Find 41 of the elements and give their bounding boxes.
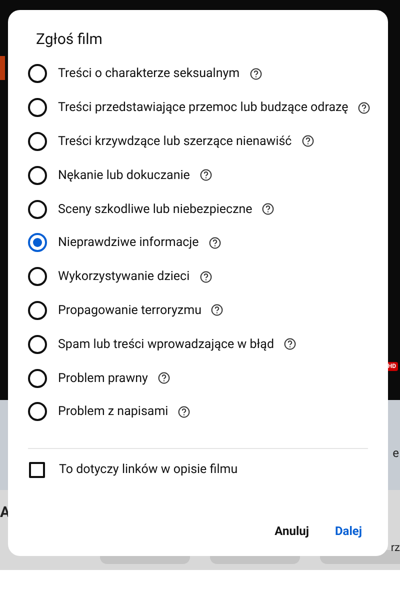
help-icon[interactable] — [158, 372, 170, 384]
help-icon[interactable] — [358, 102, 370, 114]
help-icon[interactable] — [211, 304, 224, 316]
radio-button[interactable] — [28, 98, 47, 118]
option-label: Treści o charakterze seksualnym — [58, 66, 240, 82]
option-label: Nieprawdziwe informacje — [58, 235, 199, 250]
option-label: Spam lub treści wprowadzające w błąd — [58, 336, 274, 352]
radio-button[interactable] — [28, 132, 47, 151]
radio-button[interactable] — [28, 64, 47, 84]
next-button[interactable]: Dalej — [329, 518, 368, 544]
background-text: rz — [390, 541, 400, 554]
option-label: Nękanie lub dokuczanie — [58, 168, 190, 183]
help-icon[interactable] — [200, 169, 212, 182]
option-label: Sceny szkodliwe lub niebezpieczne — [58, 202, 252, 217]
accent-bar — [0, 56, 5, 80]
help-icon[interactable] — [262, 203, 274, 216]
radio-button[interactable] — [28, 267, 47, 286]
help-icon[interactable] — [284, 338, 296, 350]
help-icon[interactable] — [250, 68, 262, 80]
help-icon[interactable] — [302, 135, 314, 148]
help-icon[interactable] — [208, 236, 221, 249]
help-icon[interactable] — [178, 406, 190, 418]
cancel-button[interactable]: Anuluj — [268, 518, 315, 544]
help-icon[interactable] — [200, 270, 212, 283]
radio-button[interactable] — [28, 233, 47, 252]
radio-button[interactable] — [28, 334, 47, 354]
background-text: e — [392, 446, 399, 460]
option-label: Problem z napisami — [58, 404, 168, 420]
option-label: Problem prawny — [58, 370, 148, 386]
dialog-title: Zgłoś film — [36, 29, 104, 50]
radio-button[interactable] — [28, 200, 47, 219]
radio-button[interactable] — [28, 300, 47, 320]
option-label: Treści krzywdzące lub szerzące nienawiść — [58, 134, 292, 149]
radio-button[interactable] — [28, 368, 47, 388]
radio-button[interactable] — [28, 402, 47, 422]
option-label: Wykorzystywanie dzieci — [58, 269, 190, 284]
checkbox[interactable] — [29, 462, 45, 478]
option-label: Treści przedstawiające przemoc lub budzące odrazę — [58, 100, 348, 116]
radio-button[interactable] — [28, 166, 47, 185]
checkbox-label: To dotyczy linków w opisie filmu — [59, 462, 238, 478]
option-label: Propagowanie terroryzmu — [58, 302, 202, 318]
